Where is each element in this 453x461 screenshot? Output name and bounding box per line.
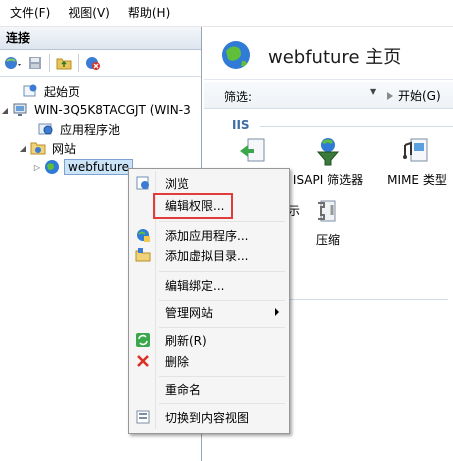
home-header: webfuture 主页 xyxy=(204,27,453,80)
group-iis-label: IIS xyxy=(232,118,250,132)
globe-icon xyxy=(44,159,60,175)
server-icon xyxy=(12,102,28,118)
filter-label: 筛选: xyxy=(224,90,253,104)
filter-dropdown-icon[interactable]: ▼ xyxy=(370,87,376,96)
up-folder-icon[interactable] xyxy=(54,53,74,73)
menu-item-refresh[interactable]: 刷新(R) xyxy=(131,330,287,350)
content-view-icon xyxy=(131,407,155,427)
feature-isapi-filters[interactable]: ISAPI 筛选器 xyxy=(288,133,368,188)
connections-toolbar xyxy=(0,50,201,77)
menu-item-add-application[interactable]: 添加应用程序... xyxy=(131,225,287,245)
add-virtual-dir-icon xyxy=(131,245,155,265)
menu-item-edit-bindings[interactable]: 编辑绑定... xyxy=(131,275,287,295)
menu-item-add-virtual-dir[interactable]: 添加虚拟目录... xyxy=(131,245,287,265)
tree-item-app-pools[interactable]: 应用程序池 xyxy=(26,119,122,139)
tree-item-webfuture[interactable]: ▷ webfuture xyxy=(32,157,134,177)
start-page-icon xyxy=(22,83,38,99)
menu-help[interactable]: 帮助(H) xyxy=(118,0,178,26)
highlight-annotation xyxy=(153,193,233,219)
feature-compression[interactable]: 压缩 xyxy=(308,193,348,248)
menu-item-manage-site[interactable]: 管理网站 xyxy=(131,302,287,322)
menu-item-content-view[interactable]: 切换到内容视图 xyxy=(131,407,287,427)
globe-icon xyxy=(220,39,252,71)
disconnect-icon[interactable] xyxy=(83,53,103,73)
connections-title: 连接 xyxy=(0,27,201,50)
browse-icon xyxy=(131,173,155,193)
page-title: webfuture 主页 xyxy=(268,47,402,68)
refresh-icon xyxy=(131,330,155,350)
filter-bar: 筛选: ▼ 开始(G) xyxy=(204,82,453,109)
filter-input[interactable] xyxy=(264,86,368,105)
compression-icon xyxy=(310,193,346,229)
feature-mime-types[interactable]: MIME 类型 xyxy=(386,133,448,188)
sites-folder-icon xyxy=(30,140,46,156)
collapse-icon[interactable]: ◢ xyxy=(18,144,28,153)
feature-partial[interactable] xyxy=(236,133,272,171)
menu-item-browse[interactable]: 浏览 xyxy=(131,173,287,193)
tree-item-start-page[interactable]: 起始页 xyxy=(10,81,82,101)
collapse-icon[interactable]: ◢ xyxy=(0,106,10,115)
mime-types-icon xyxy=(399,133,435,169)
save-icon[interactable] xyxy=(25,53,45,73)
menu-item-rename[interactable]: 重命名 xyxy=(131,379,287,399)
submenu-arrow-icon xyxy=(275,308,279,316)
tree-item-sites[interactable]: ◢ 网站 xyxy=(18,138,78,158)
menu-file[interactable]: 文件(F) xyxy=(0,0,58,26)
isapi-filter-icon xyxy=(310,133,346,169)
add-application-icon xyxy=(131,225,155,245)
expand-icon[interactable]: ▷ xyxy=(32,163,42,172)
menu-item-delete[interactable]: 删除 xyxy=(131,351,287,371)
document-icon xyxy=(236,133,272,169)
menu-bar: 文件(F) 视图(V) 帮助(H) xyxy=(0,0,453,27)
delete-icon xyxy=(131,351,155,371)
menu-view[interactable]: 视图(V) xyxy=(58,0,118,26)
tree-item-server[interactable]: ◢ WIN-3Q5K8TACGJT (WIN-3 xyxy=(0,100,193,120)
start-button[interactable]: 开始(G) xyxy=(384,87,441,104)
start-arrow-icon xyxy=(387,91,393,100)
connect-icon[interactable] xyxy=(3,53,23,73)
app-pool-icon xyxy=(38,121,54,137)
